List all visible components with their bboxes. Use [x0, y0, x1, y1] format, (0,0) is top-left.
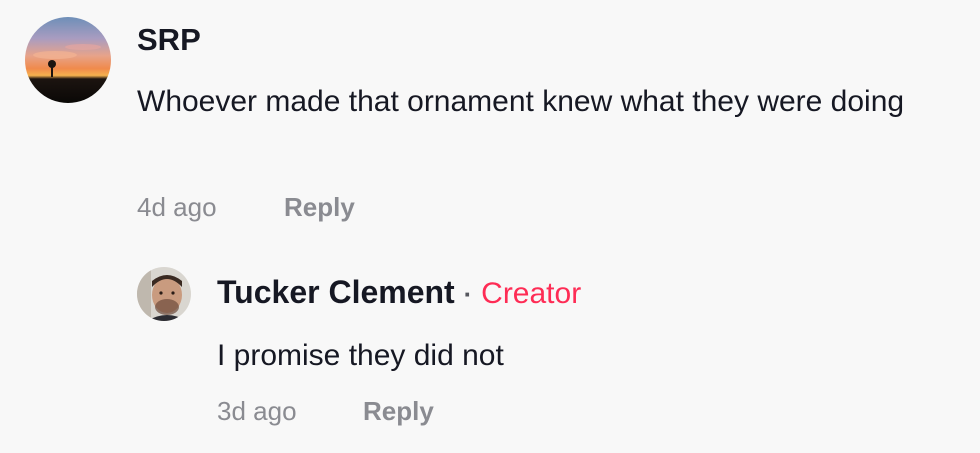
- reply-timestamp: 3d ago: [217, 396, 297, 426]
- comment-item: SRP Whoever made that ornament knew what…: [0, 0, 980, 240]
- reply-meta: 3d ago Reply: [217, 396, 517, 432]
- profile-photo-avatar-icon: [137, 267, 191, 321]
- comment-meta: 4d ago Reply: [137, 192, 437, 228]
- creator-badge: Creator: [481, 277, 582, 310]
- user-avatar[interactable]: [137, 267, 191, 321]
- reply-username-line: Tucker Clement · Creator: [217, 274, 581, 311]
- comment-timestamp: 4d ago: [137, 192, 217, 222]
- reply-text: I promise they did not: [217, 339, 504, 372]
- comment-username[interactable]: SRP: [137, 22, 201, 58]
- comment-text: Whoever made that ornament knew what the…: [137, 85, 905, 118]
- reply-button[interactable]: Reply: [284, 192, 355, 223]
- sunset-photo-avatar-icon: [25, 17, 111, 103]
- reply-item: Tucker Clement · Creator I promise they …: [0, 250, 980, 450]
- separator-dot: ·: [463, 279, 473, 309]
- reply-button[interactable]: Reply: [363, 396, 434, 427]
- user-avatar[interactable]: [25, 17, 111, 103]
- reply-username[interactable]: Tucker Clement: [217, 274, 455, 310]
